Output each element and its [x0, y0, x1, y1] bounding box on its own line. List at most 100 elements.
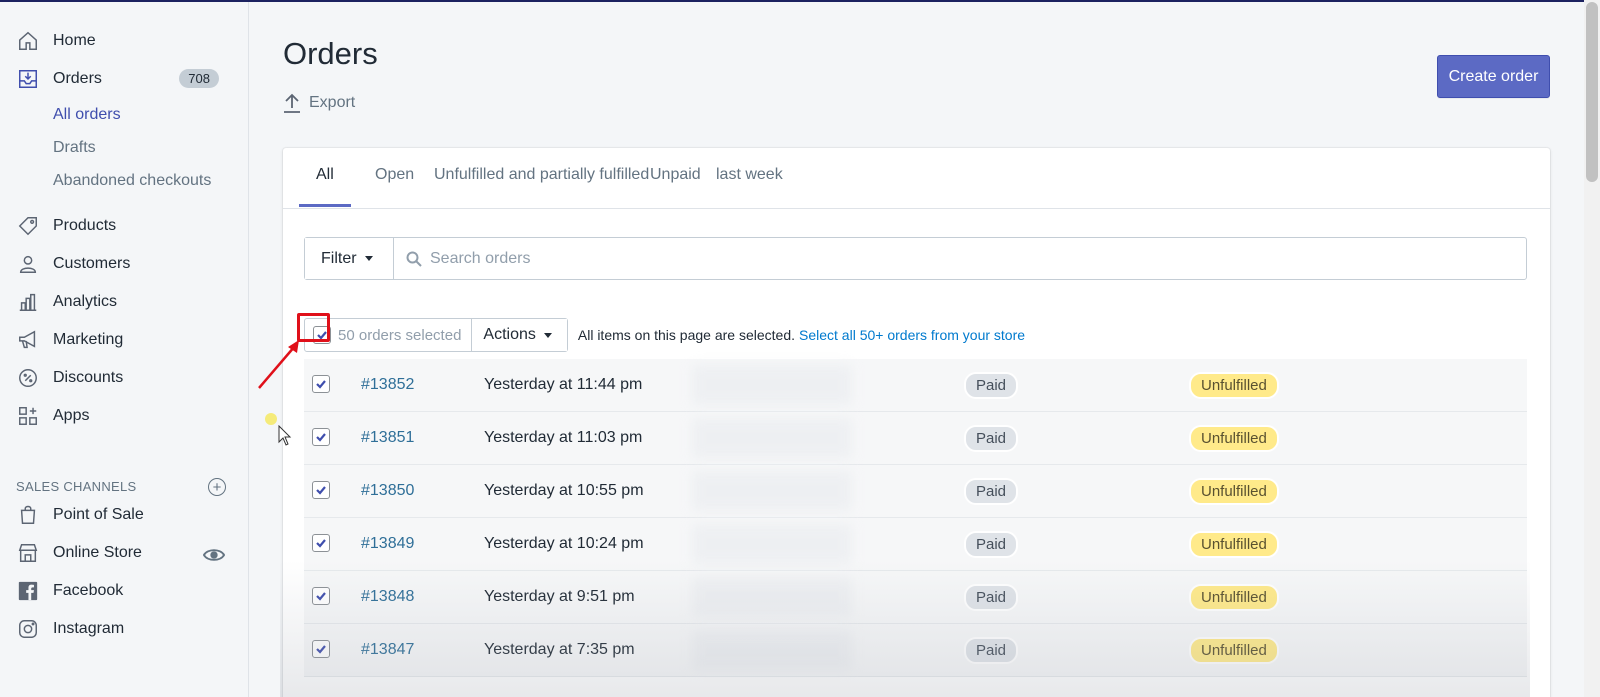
payment-status-badge: Paid: [964, 637, 1019, 664]
check-icon: [316, 486, 326, 495]
row-checkbox[interactable]: [312, 481, 330, 499]
caret-down-icon: [543, 332, 552, 338]
sales-channels-heading: SALES CHANNELS: [16, 479, 137, 494]
table-row[interactable]: #13847 Yesterday at 7:35 pm Paid Unfulfi…: [304, 624, 1527, 677]
tab-unpaid[interactable]: Unpaid: [650, 166, 701, 184]
selected-count: 50 orders selected: [338, 319, 473, 351]
sidebar-item-analytics[interactable]: Analytics: [16, 288, 231, 316]
payment-status-badge: Paid: [964, 531, 1019, 558]
order-number-link[interactable]: #13850: [361, 482, 414, 500]
vertical-scrollbar[interactable]: [1584, 0, 1600, 697]
payment-status-badge: Paid: [964, 584, 1019, 611]
orders-table: #13852 Yesterday at 11:44 pm Paid Unfulf…: [304, 359, 1527, 677]
row-checkbox[interactable]: [312, 640, 330, 658]
sidebar-subitem-drafts[interactable]: Drafts: [53, 139, 96, 157]
sidebar-item-label: Discounts: [53, 369, 124, 386]
selection-message: All items on this page are selected.: [577, 327, 795, 343]
sidebar-item-orders[interactable]: Orders 708: [16, 65, 231, 93]
order-number-link[interactable]: #13852: [361, 376, 414, 394]
sidebar-item-label: Home: [53, 32, 96, 49]
order-date: Yesterday at 10:55 pm: [484, 482, 644, 499]
tab-open[interactable]: Open: [375, 166, 414, 184]
sidebar-item-discounts[interactable]: Discounts: [16, 364, 231, 392]
sidebar-item-apps[interactable]: Apps: [16, 402, 231, 430]
sidebar-subitem-abandoned-checkouts[interactable]: Abandoned checkouts: [53, 172, 211, 190]
order-number-link[interactable]: #13847: [361, 641, 414, 659]
sidebar-channel-instagram[interactable]: Instagram: [16, 615, 231, 643]
actions-dropdown[interactable]: Actions: [472, 319, 567, 351]
filter-label: Filter: [321, 249, 357, 267]
row-checkbox[interactable]: [312, 587, 330, 605]
row-checkbox[interactable]: [312, 534, 330, 552]
megaphone-icon: [16, 328, 40, 352]
sidebar-item-label: Marketing: [53, 331, 124, 348]
payment-status-badge: Paid: [964, 478, 1019, 505]
order-number-link[interactable]: #13849: [361, 535, 414, 553]
check-icon: [316, 433, 326, 442]
tag-icon: [16, 214, 40, 238]
create-order-button[interactable]: Create order: [1437, 55, 1550, 98]
shopping-bag-icon: [16, 503, 40, 527]
search-field: [394, 238, 1526, 279]
sidebar-subitem-all-orders[interactable]: All orders: [53, 106, 121, 124]
fulfillment-status-badge: Unfulfilled: [1189, 425, 1279, 452]
store-icon: [16, 541, 40, 565]
tab-all[interactable]: All: [316, 166, 334, 184]
redacted-customer: [692, 630, 852, 670]
sidebar-item-products[interactable]: Products: [16, 212, 231, 240]
filter-button[interactable]: Filter: [305, 238, 394, 279]
check-icon: [316, 592, 326, 601]
sidebar-item-marketing[interactable]: Marketing: [16, 326, 231, 354]
apps-icon: [16, 404, 40, 428]
search-input[interactable]: [430, 249, 1438, 268]
page-title: Orders: [283, 36, 378, 71]
table-row[interactable]: #13851 Yesterday at 11:03 pm Paid Unfulf…: [304, 412, 1527, 465]
eye-icon[interactable]: [203, 544, 225, 566]
sidebar-item-customers[interactable]: Customers: [16, 250, 231, 278]
export-button[interactable]: Export: [283, 93, 355, 113]
orders-count-badge: 708: [179, 69, 219, 88]
filter-bar: Filter: [304, 237, 1527, 280]
fulfillment-status-badge: Unfulfilled: [1189, 478, 1279, 505]
sidebar-item-label: Analytics: [53, 293, 118, 310]
sidebar-channel-facebook[interactable]: Facebook: [16, 577, 231, 605]
sidebar-channel-point-of-sale[interactable]: Point of Sale: [16, 501, 231, 529]
orders-icon: [16, 67, 40, 91]
redacted-customer: [692, 471, 852, 511]
select-all-store-link[interactable]: Select all 50+ orders from your store: [799, 327, 1025, 343]
fulfillment-status-badge: Unfulfilled: [1189, 637, 1279, 664]
add-channel-icon[interactable]: +: [208, 478, 226, 496]
table-row[interactable]: #13849 Yesterday at 10:24 pm Paid Unfulf…: [304, 518, 1527, 571]
order-number-link[interactable]: #13848: [361, 588, 414, 606]
bulk-actions-group: 50 orders selected Actions: [304, 318, 568, 352]
order-number-link[interactable]: #13851: [361, 429, 414, 447]
sidebar-channel-label: Instagram: [53, 620, 125, 637]
main-content: Orders Export Create order All Open Unfu…: [250, 2, 1600, 697]
check-icon: [316, 645, 326, 654]
actions-label: Actions: [483, 326, 536, 343]
sidebar-channel-label: Facebook: [53, 582, 124, 599]
payment-status-badge: Paid: [964, 372, 1019, 399]
orders-card: All Open Unfulfilled and partially fulfi…: [283, 148, 1550, 697]
sidebar-channel-online-store[interactable]: Online Store: [16, 539, 231, 567]
sidebar-item-label: Products: [53, 217, 117, 234]
table-row[interactable]: #13852 Yesterday at 11:44 pm Paid Unfulf…: [304, 359, 1527, 412]
redacted-customer: [692, 418, 852, 458]
scrollbar-thumb[interactable]: [1586, 2, 1598, 182]
sidebar-item-home[interactable]: Home: [16, 27, 231, 55]
annotation-arrow-icon: [258, 340, 299, 389]
redacted-customer: [692, 524, 852, 564]
row-checkbox[interactable]: [312, 375, 330, 393]
table-row[interactable]: #13850 Yesterday at 10:55 pm Paid Unfulf…: [304, 465, 1527, 518]
redacted-customer: [692, 365, 852, 405]
instagram-icon: [16, 617, 40, 641]
tab-last-week[interactable]: last week: [716, 166, 783, 184]
home-icon: [16, 29, 40, 53]
redacted-customer: [692, 577, 852, 617]
table-row[interactable]: #13848 Yesterday at 9:51 pm Paid Unfulfi…: [304, 571, 1527, 624]
sidebar-item-label: Apps: [53, 407, 90, 424]
tab-unfulfilled[interactable]: Unfulfilled and partially fulfilled: [434, 166, 649, 184]
bar-chart-icon: [16, 290, 40, 314]
order-date: Yesterday at 10:24 pm: [484, 535, 644, 552]
row-checkbox[interactable]: [312, 428, 330, 446]
